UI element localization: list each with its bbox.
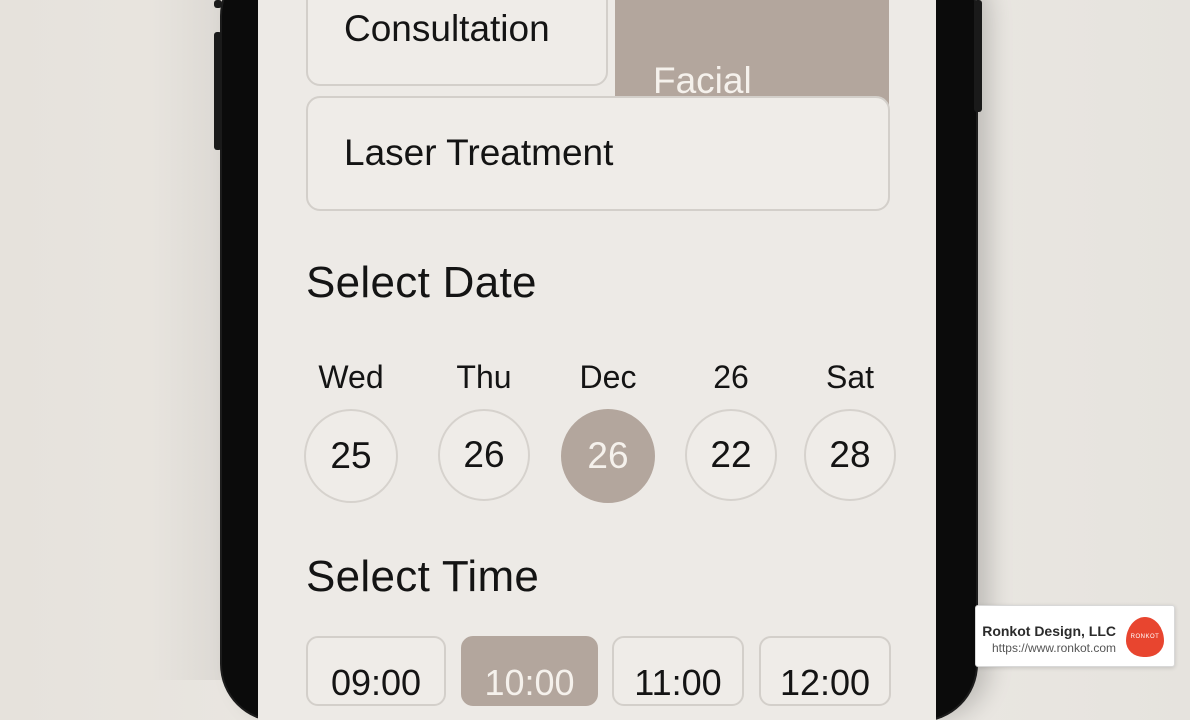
date-option[interactable]: 26 22 [683, 359, 779, 501]
day-label: Dec [579, 359, 637, 395]
booking-screen: Consultation Facial Treatment Laser Trea… [258, 0, 936, 720]
time-slot-button-selected[interactable]: 10:00 [461, 636, 598, 706]
day-number-circle[interactable]: 25 [304, 409, 398, 503]
service-label: Consultation [344, 8, 550, 49]
day-number-circle-selected[interactable]: 26 [561, 409, 655, 503]
service-laser-treatment-button[interactable]: Laser Treatment [306, 96, 890, 211]
time-slot-label: 10:00 [484, 662, 575, 703]
badge-url[interactable]: https://www.ronkot.com [992, 641, 1116, 655]
time-slot-label: 09:00 [330, 662, 422, 703]
time-slot-label: 12:00 [779, 662, 871, 703]
service-label: Laser Treatment [344, 132, 614, 173]
phone-side-button-left [214, 32, 222, 150]
day-label: Wed [318, 359, 384, 395]
day-label: Thu [456, 359, 512, 395]
day-label: Sat [825, 359, 875, 395]
select-date-heading: Select Date [306, 258, 537, 307]
phone-side-button-upper [214, 0, 222, 8]
time-slot-button[interactable]: 12:00 [759, 636, 891, 706]
time-slot-button[interactable]: 09:00 [306, 636, 446, 706]
logo-text: RONKOT [1130, 634, 1160, 640]
badge-company-name: Ronkot Design, LLC [982, 623, 1116, 639]
day-number-circle[interactable]: 26 [438, 409, 530, 501]
date-option-selected[interactable]: Dec 26 [560, 359, 656, 503]
date-option[interactable]: Wed 25 [303, 359, 399, 503]
date-option[interactable]: Sat 28 [802, 359, 898, 501]
select-time-heading: Select Time [306, 552, 540, 601]
phone-side-button-right [974, 0, 982, 112]
service-consultation-button[interactable]: Consultation [306, 0, 608, 86]
day-number-circle[interactable]: 22 [685, 409, 777, 501]
ronkot-badge[interactable]: Ronkot Design, LLC https://www.ronkot.co… [975, 605, 1175, 667]
day-label: 26 [713, 359, 749, 395]
date-option[interactable]: Thu 26 [436, 359, 532, 501]
time-slot-button[interactable]: 11:00 [612, 636, 744, 706]
ronkot-logo-icon: RONKOT [1126, 617, 1164, 657]
time-slot-label: 11:00 [634, 662, 722, 703]
day-number-circle[interactable]: 28 [804, 409, 896, 501]
